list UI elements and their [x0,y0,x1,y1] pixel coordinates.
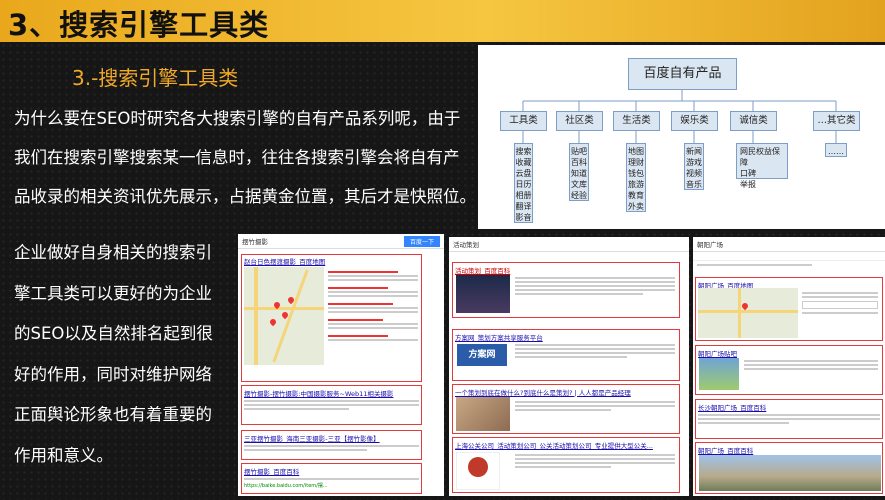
result-title[interactable]: 赵台日色摆渡摄影_百度地图 [242,255,421,267]
entertainment-item: 视频 [686,169,702,178]
map-thumbnail [698,288,798,338]
tools-item: 收藏 [515,158,532,167]
result-title[interactable]: 方案网_策划方案共享服务平台 [455,332,677,342]
category-tools: 工具类 [500,111,547,131]
search-bar: 摆竹摄影 百度一下 [238,234,444,249]
result-thumbnail [699,358,739,390]
benefit-paragraph: 企业做好自身相关的搜索引 擎工具类可以更好的为企业 的SEO以及自然排名起到很 … [14,233,234,476]
life-item: 外卖 [628,202,644,211]
result-title[interactable]: 长沙朝阳广场_百度百科 [698,402,880,412]
search-query: 摆竹摄影 [242,238,268,246]
result-thumbnail [456,275,510,313]
life-item: 理财 [628,158,644,167]
entertainment-item: 音乐 [686,180,702,189]
result-title[interactable]: 摆竹摄影_百度百科 [244,466,419,476]
map-result-box: 赵台日色摆渡摄影_百度地图 [241,254,422,382]
tools-items: 搜索 收藏 云盘 日历 相册 翻译 影音 [514,143,533,223]
category-community: 社区类 [556,111,603,131]
tools-item: 影音 [515,213,532,222]
intro-line: 为什么要在SEO时研究各大搜索引擎的自有产品系列呢，由于 [14,109,461,128]
result-title[interactable]: 朝阳广场贴吧 [698,348,880,358]
intro-line: 我们在搜索引擎搜索某一信息时，往往各搜索引擎会将自有产 [14,148,460,167]
result-box-4: 朝阳广场_百度百科 [695,442,883,494]
result-thumbnail [456,397,510,431]
result-title[interactable]: 活动策划_百度百科 [455,265,677,275]
result-title[interactable]: 上海公关公司_活动策划公司_公关活动策划公司_专业提供大型公关... [455,440,677,450]
benefit-line: 正面舆论形象也有着重要的 [14,405,212,424]
baidu-products-diagram: 百度自有产品 工具类 社区类 生活类 娱乐类 诚信类 …其它类 搜索 收藏 云盘… [478,45,885,229]
intro-paragraph: 为什么要在SEO时研究各大搜索引擎的自有产品系列呢，由于 我们在搜索引擎搜索某一… [14,99,476,216]
search-bar: 活动策划 [449,237,689,252]
title-bar: 3、搜索引擎工具类 [0,0,885,42]
other-item: …… [828,147,844,156]
result-box-1: 活动策划_百度百科 [452,262,680,318]
benefit-line: 作用和意义。 [14,445,113,465]
integrity-item: 网民权益保障 [740,147,780,167]
life-item: 钱包 [628,169,644,178]
entertainment-item: 新闻 [686,147,702,156]
search-screenshot-plaza: 朝阳广场 朝阳广场_百度地图 朝阳广场贴吧 长沙朝阳广场_百度百科 朝阳广场_百… [693,237,885,496]
result-title[interactable]: 三亚摆竹摄影_海南三亚摄影-三亚【摆竹影像】 [244,433,419,443]
result-box-4: 摆竹摄影_百度百科 https://baike.baidu.com/item/摆… [241,463,422,494]
integrity-item: 口碑 [740,169,756,178]
search-screenshot-event-planning: 活动策划 活动策划_百度百科 方案网_策划方案共享服务平台 方案网 一个策划到底… [449,237,689,496]
result-title[interactable]: 朝阳广场_百度百科 [698,445,880,455]
result-box-3: 三亚摆竹摄影_海南三亚摄影-三亚【摆竹影像】 [241,430,422,460]
integrity-items: 网民权益保障 口碑 举报 [736,143,788,189]
fangan-logo: 方案网 [457,344,507,366]
slide-title: 3、搜索引擎工具类 [8,8,270,42]
result-box-2: 朝阳广场贴吧 [695,345,883,395]
search-screenshot-photography: 摆竹摄影 百度一下 赵台日色摆渡摄影_百度地图 摆竹摄影-摆竹摄影:中国摄影服务… [238,234,444,496]
result-box-3: 长沙朝阳广场_百度百科 [695,399,883,439]
benefit-line: 企业做好自身相关的搜索引 [14,243,212,262]
other-items: …… [825,143,847,157]
community-item: 经验 [571,191,587,200]
result-photo-strip [699,455,881,491]
result-box-2: 方案网_策划方案共享服务平台 方案网 [452,329,680,381]
map-thumbnail [244,267,324,365]
diagram-root-node: 百度自有产品 [628,58,737,90]
community-item: 百科 [571,158,587,167]
community-item: 文库 [571,180,587,189]
community-item: 贴吧 [571,147,587,156]
category-life: 生活类 [613,111,660,131]
benefit-line: 的SEO以及自然排名起到很 [14,324,213,343]
community-items: 贴吧 百科 知道 文库 经验 [569,143,589,201]
tools-item: 日历 [515,180,532,189]
benefit-line: 好的作用，同时对维护网络 [14,364,212,384]
search-query: 朝阳广场 [697,241,723,249]
category-integrity: 诚信类 [730,111,777,131]
entertainment-items: 新闻 游戏 视频 音乐 [684,143,704,190]
intro-line: 品收录的相关资讯优先展示，占据黄金位置，其后才是快照位。 [14,187,476,206]
life-items: 地图 理财 钱包 旅游 教育 外卖 [626,143,646,212]
result-box-3: 一个策划到底在做什么?到底什么是策划? | 人人都是产品经理 [452,384,680,434]
benefit-line: 擎工具类可以更好的为企业 [14,283,212,303]
tools-item: 云盘 [515,169,532,178]
tools-item: 搜索 [515,147,532,156]
result-thumbnail [456,452,500,490]
tools-item: 翻译 [515,202,532,211]
result-title[interactable]: 一个策划到底在做什么?到底什么是策划? | 人人都是产品经理 [455,387,677,397]
result-box-4: 上海公关公司_活动策划公司_公关活动策划公司_专业提供大型公关... [452,437,680,493]
life-item: 地图 [628,147,644,156]
section-subtitle: 3.-搜索引擎工具类 [72,66,239,90]
category-other: …其它类 [813,111,860,131]
search-bar: 朝阳广场 [693,237,885,252]
life-item: 教育 [628,191,644,200]
community-item: 知道 [571,169,587,178]
map-result-box: 朝阳广场_百度地图 [695,277,883,341]
result-url: https://baike.baidu.com/item/摆... [244,483,328,489]
life-item: 旅游 [628,180,644,189]
search-button[interactable]: 百度一下 [403,235,440,247]
integrity-item: 举报 [740,180,756,189]
category-entertainment: 娱乐类 [671,111,718,131]
result-title[interactable]: 摆竹摄影-摆竹摄影:中国摄影服务~Web11相关摄影 [244,388,419,398]
search-query: 活动策划 [453,241,479,249]
entertainment-item: 游戏 [686,158,702,167]
result-box-2: 摆竹摄影-摆竹摄影:中国摄影服务~Web11相关摄影 [241,385,422,425]
tools-item: 相册 [515,191,532,200]
